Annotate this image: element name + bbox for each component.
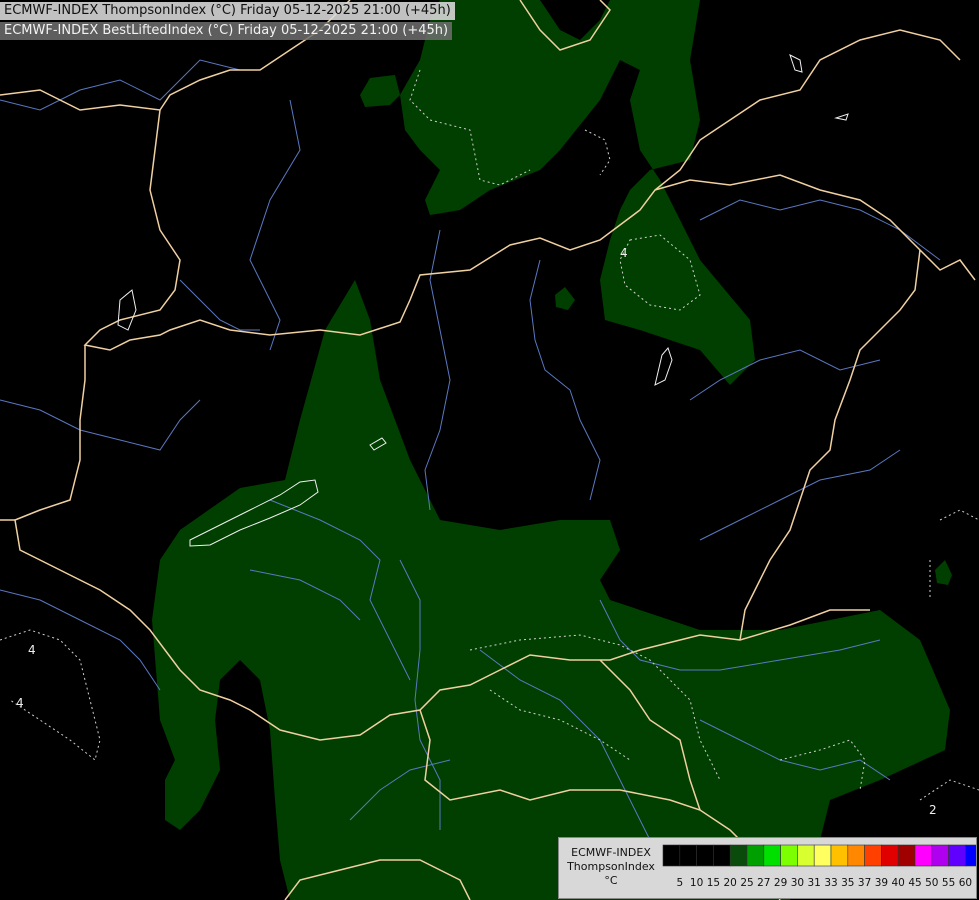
legend-swatch	[746, 844, 765, 867]
legend-swatch	[813, 844, 832, 867]
color-legend: ECMWF-INDEX ThompsonIndex °C 5 10 15 20 25 27…	[558, 837, 977, 899]
legend-tick-label: 37	[858, 877, 871, 889]
legend-tick-label: 39	[875, 877, 888, 889]
legend-swatch	[679, 844, 697, 867]
contour-label: 4	[16, 696, 24, 710]
legend-tick-label: 55	[942, 877, 955, 889]
legend-swatch	[881, 844, 899, 867]
legend-swatch	[864, 844, 882, 867]
contour-label: 4	[620, 246, 628, 260]
legend-tick-label: 33	[824, 877, 837, 889]
legend-swatch	[948, 844, 966, 867]
legend-swatch	[965, 844, 976, 867]
legend-swatch	[729, 844, 748, 867]
map-title-thompson-index: ECMWF-INDEX ThompsonIndex (°C) Friday 05…	[0, 2, 455, 20]
legend-tick-label: 15	[707, 877, 720, 889]
legend-tick-label: 25	[740, 877, 753, 889]
legend-tick-label: 27	[757, 877, 770, 889]
legend-swatch	[696, 844, 714, 867]
map-canvas: 4 4 4 2	[0, 0, 979, 900]
legend-tick-label: 50	[925, 877, 938, 889]
legend-tick-label: 30	[791, 877, 804, 889]
contour-label: 2	[929, 803, 937, 817]
map-title-best-lifted-index: ECMWF-INDEX BestLiftedIndex (°C) Friday …	[0, 22, 453, 40]
legend-tick-label: 40	[892, 877, 905, 889]
legend-swatch	[931, 844, 949, 867]
legend-tick-label: 45	[908, 877, 921, 889]
legend-colorbar: 5 10 15 20 25 27 29 30 31 33 35 37 39 40 45 50 55 60	[662, 844, 976, 889]
legend-swatch	[830, 844, 849, 867]
legend-tick-label: 10	[690, 877, 703, 889]
legend-swatch	[797, 844, 815, 867]
legend-tick-label: 35	[841, 877, 854, 889]
legend-tick-label: 60	[959, 877, 972, 889]
legend-tick-label: 5	[676, 877, 683, 889]
legend-swatch	[897, 844, 916, 867]
legend-tick-label: 29	[774, 877, 787, 889]
legend-tick-label: 31	[808, 877, 821, 889]
legend-swatch	[780, 844, 798, 867]
contour-label: 4	[28, 643, 36, 657]
legend-swatch	[847, 844, 865, 867]
legend-tick-label: 20	[724, 877, 737, 889]
legend-swatch	[713, 844, 731, 867]
legend-swatch	[763, 844, 781, 867]
legend-swatch	[662, 844, 681, 867]
legend-swatch	[914, 844, 933, 867]
